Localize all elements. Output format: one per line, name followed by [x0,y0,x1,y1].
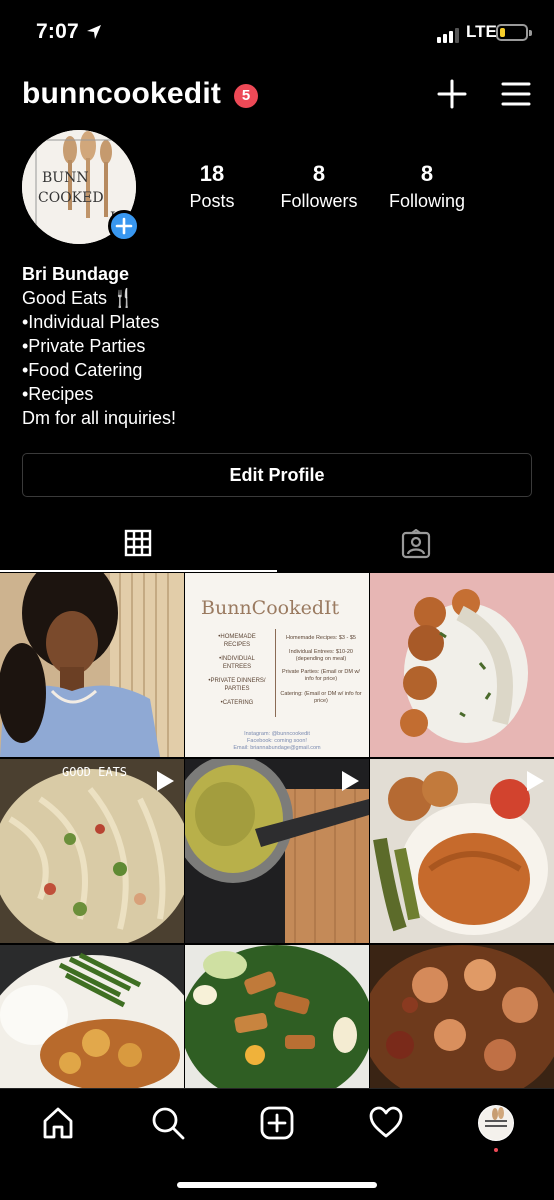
stat-following-value: 8 [420,161,434,186]
bio-line: •Individual Plates [22,312,160,332]
location-arrow-icon [87,25,101,39]
network-type: LTE [466,22,497,41]
play-icon [157,771,174,791]
plus-icon[interactable] [436,78,468,110]
svg-text:COOKED: COOKED [38,190,104,206]
play-icon [342,771,359,791]
svg-text:BUNN: BUNN [42,170,89,186]
stat-posts-label: Posts [189,191,235,211]
profile-avatar[interactable] [478,1105,514,1141]
edit-profile-button[interactable]: Edit Profile [22,453,532,497]
menu-icon[interactable] [500,78,532,110]
post-thumbnail-reel[interactable] [370,759,554,943]
reel-caption: GOOD EATS [62,765,128,779]
post-thumbnail-flyer[interactable]: BunnCookedIt •HOMEMADE RECIPES •INDIVIDU… [185,573,369,757]
profile-username[interactable]: bunncookedit [22,77,221,111]
tab-grid[interactable] [0,515,277,573]
plus-icon [115,217,133,235]
post-thumbnail-reel[interactable] [185,759,369,943]
tagged-icon [401,529,431,559]
bio-line: •Food Catering [22,360,143,380]
stat-followers[interactable]: 8 Followers [264,160,374,213]
tab-active-indicator [0,570,277,572]
post-thumbnail[interactable] [0,945,184,1088]
post-thumbnail[interactable] [185,945,369,1088]
profile-display-name: Bri Bundage [22,264,130,284]
new-post-icon[interactable] [259,1105,295,1141]
status-bar: 7:07 LTE [0,0,554,66]
bio-line: •Recipes [22,384,94,404]
tab-tagged[interactable] [277,515,554,573]
add-story-button[interactable] [108,210,140,242]
stat-following[interactable]: 8 Following [372,160,482,213]
search-icon[interactable] [150,1105,186,1141]
bio-line: Good Eats 🍴 [22,288,135,308]
activity-icon[interactable] [368,1105,404,1141]
post-thumbnail[interactable] [370,945,554,1088]
notification-badge[interactable]: 5 [234,84,258,108]
post-thumbnail[interactable] [0,573,184,757]
notification-dot [494,1148,498,1152]
profile-bio: Bri Bundage Good Eats 🍴 •Individual Plat… [22,262,532,430]
post-thumbnail-reel[interactable]: GOOD EATS [0,759,184,943]
flyer-title: BunnCookedIt [201,597,340,619]
status-time: 7:07 [36,20,79,43]
flyer-contact: Instagram: @bunncookedit Facebook: comin… [233,731,321,751]
grid-icon [124,529,152,557]
bio-line: Dm for all inquiries! [22,408,177,428]
bio-line: •Private Parties [22,336,146,356]
stat-posts-value: 18 [199,161,225,186]
home-indicator[interactable] [177,1182,377,1188]
posts-grid: BunnCookedIt •HOMEMADE RECIPES •INDIVIDU… [0,573,554,1088]
flyer-services: •HOMEMADE RECIPES •INDIVIDUAL ENTREES •P… [208,634,266,706]
stat-posts[interactable]: 18 Posts [157,160,267,213]
battery-icon [496,24,532,41]
stat-following-label: Following [388,191,466,211]
post-thumbnail[interactable] [370,573,554,757]
stat-followers-value: 8 [312,161,326,186]
profile-tabs [0,515,554,573]
home-icon[interactable] [40,1105,76,1141]
stat-followers-label: Followers [280,191,358,211]
play-icon [527,771,544,791]
cell-signal-icon [437,27,461,43]
